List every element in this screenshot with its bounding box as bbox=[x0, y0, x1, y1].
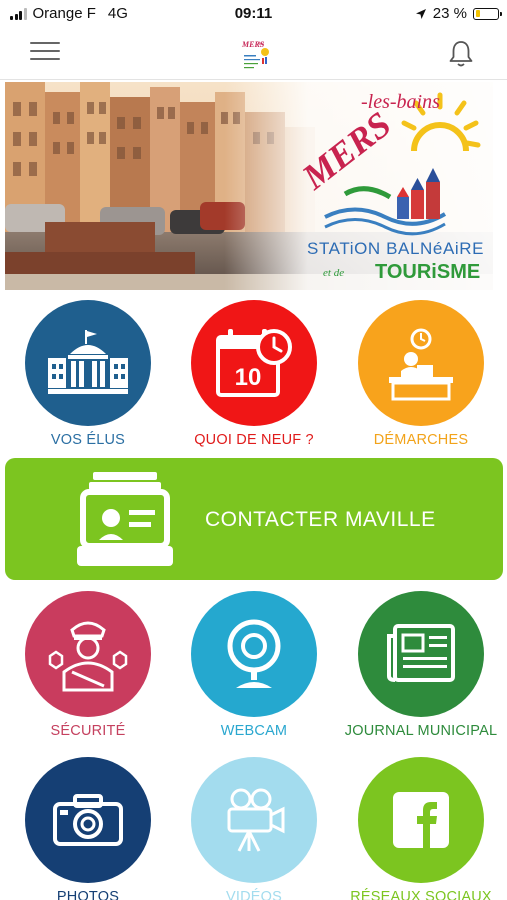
quoi-de-neuf-label: QUOI DE NEUF ? bbox=[194, 432, 314, 448]
video-camera-icon bbox=[227, 788, 285, 852]
videos-circle bbox=[191, 757, 317, 883]
banner-subtitle: -les-bains bbox=[361, 91, 440, 113]
contact-card-icon bbox=[77, 472, 173, 566]
tile-demarches[interactable]: DÉMARCHES bbox=[341, 300, 501, 448]
app-logo: MERS -les bbox=[238, 36, 274, 72]
banner-line-et-de: et de bbox=[323, 267, 344, 279]
battery-info: 23 % bbox=[415, 5, 502, 22]
tile-journal-municipal[interactable]: JOURNAL MUNICIPAL bbox=[336, 591, 506, 739]
calendar-icon: 10 bbox=[216, 329, 292, 397]
photos-circle bbox=[25, 757, 151, 883]
webcam-circle bbox=[191, 591, 317, 717]
tile-securite[interactable]: SÉCURITÉ bbox=[8, 591, 168, 739]
reseaux-sociaux-circle bbox=[358, 757, 484, 883]
journal-municipal-label: JOURNAL MUNICIPAL bbox=[344, 723, 498, 739]
banner-line-station: STATiON BALNéAiRE bbox=[307, 239, 484, 258]
tile-quoi-de-neuf[interactable]: 10 QUOI DE NEUF ? bbox=[174, 300, 334, 448]
contacter-maville-label: CONTACTER MAVILLE bbox=[205, 508, 436, 531]
demarches-label: DÉMARCHES bbox=[373, 432, 469, 448]
svg-text:-les: -les bbox=[257, 42, 264, 47]
town-hall-icon bbox=[48, 330, 128, 394]
reseaux-sociaux-label: RÉSEAUX SOCIAUX bbox=[350, 889, 492, 900]
bell-icon bbox=[449, 41, 473, 67]
camera-icon bbox=[53, 794, 123, 846]
hero-banner[interactable]: MERS -les-bains STATiON BALNéAiRE et de … bbox=[5, 82, 493, 290]
vos-elus-label: VOS ÉLUS bbox=[50, 432, 126, 448]
hamburger-icon bbox=[30, 42, 60, 60]
facebook-icon bbox=[393, 792, 449, 848]
securite-circle bbox=[25, 591, 151, 717]
demarches-circle bbox=[358, 300, 484, 426]
journal-municipal-circle bbox=[358, 591, 484, 717]
police-officer-icon bbox=[48, 621, 128, 692]
tile-videos[interactable]: VIDÉOS bbox=[174, 757, 334, 900]
status-bar: Orange F 4G 09:11 23 % bbox=[0, 0, 507, 28]
photos-label: PHOTOS bbox=[56, 889, 120, 900]
notifications-button[interactable] bbox=[447, 39, 475, 69]
tile-webcam[interactable]: WEBCAM bbox=[174, 591, 334, 739]
tile-photos[interactable]: PHOTOS bbox=[8, 757, 168, 900]
menu-button[interactable] bbox=[30, 42, 60, 64]
webcam-icon bbox=[227, 619, 281, 688]
banner-image: MERS -les-bains STATiON BALNéAiRE et de … bbox=[5, 82, 493, 290]
banner-line-tourisme: TOURiSME bbox=[375, 261, 480, 283]
contacter-maville-button[interactable]: CONTACTER MAVILLE bbox=[5, 458, 503, 580]
securite-label: SÉCURITÉ bbox=[50, 723, 126, 739]
location-arrow-icon bbox=[415, 8, 426, 19]
service-desk-icon bbox=[389, 328, 453, 401]
calendar-day: 10 bbox=[235, 364, 262, 391]
battery-percent: 23 % bbox=[432, 5, 467, 22]
battery-icon bbox=[473, 7, 502, 20]
tile-reseaux-sociaux[interactable]: RÉSEAUX SOCIAUX bbox=[341, 757, 501, 900]
vos-elus-circle bbox=[25, 300, 151, 426]
videos-label: VIDÉOS bbox=[226, 889, 282, 900]
app-header: MERS -les bbox=[0, 28, 507, 80]
quoi-de-neuf-circle: 10 bbox=[191, 300, 317, 426]
webcam-label: WEBCAM bbox=[220, 723, 288, 739]
newspaper-icon bbox=[387, 624, 455, 682]
tile-vos-elus[interactable]: VOS ÉLUS bbox=[8, 300, 168, 448]
